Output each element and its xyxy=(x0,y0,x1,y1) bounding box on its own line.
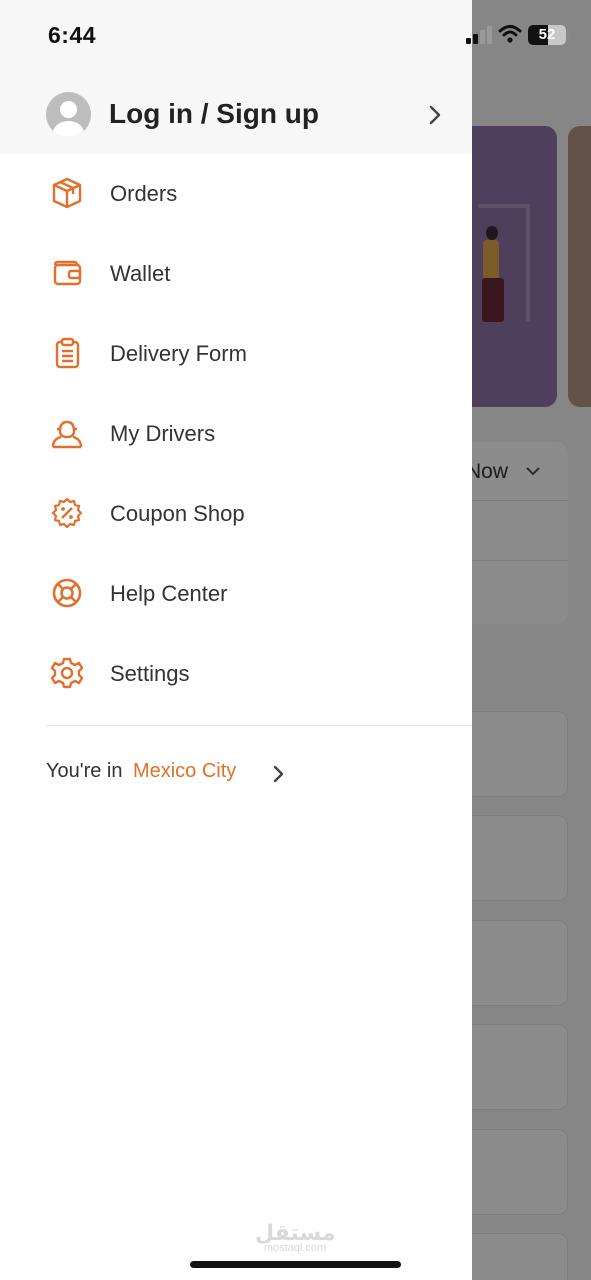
cellular-signal-icon xyxy=(466,26,492,44)
menu-item-coupon-shop[interactable]: Coupon Shop xyxy=(0,474,472,554)
box-icon xyxy=(52,177,82,209)
lifebuoy-icon xyxy=(52,578,82,608)
chevron-right-icon xyxy=(429,105,441,125)
menu-item-label: Help Center xyxy=(110,581,228,606)
menu-item-help-center[interactable]: Help Center xyxy=(0,554,472,634)
watermark-latin: mostaql.com xyxy=(263,1242,327,1254)
chevron-right-icon[interactable] xyxy=(270,764,286,784)
login-signup-button[interactable]: Log in / Sign up xyxy=(0,80,472,150)
divider xyxy=(46,725,472,726)
battery-percent: 52 xyxy=(538,26,556,43)
menu-item-label: My Drivers xyxy=(110,421,216,446)
status-time: 6:44 xyxy=(48,22,97,48)
gear-icon xyxy=(50,657,84,689)
menu-item-wallet[interactable]: Wallet xyxy=(0,234,472,314)
clipboard-icon xyxy=(55,337,80,369)
menu-item-label: Orders xyxy=(110,181,178,206)
login-signup-label: Log in / Sign up xyxy=(109,98,319,129)
wallet-icon xyxy=(53,260,82,286)
screen: Now Log in / Sign up Orders Wallet Deliv… xyxy=(0,0,591,1280)
menu-item-label: Delivery Form xyxy=(110,341,247,366)
home-indicator[interactable] xyxy=(190,1261,401,1268)
menu-item-settings[interactable]: Settings xyxy=(0,634,472,714)
battery-icon: 52 xyxy=(528,25,566,45)
menu-item-my-drivers[interactable]: My Drivers xyxy=(0,394,472,474)
status-bar: 6:44 52 xyxy=(0,0,591,72)
watermark-logo: مستقل mostaql.com xyxy=(255,1220,335,1254)
location-city: Mexico City xyxy=(132,760,237,782)
drivers-icon xyxy=(51,420,83,449)
menu-item-delivery-form[interactable]: Delivery Form xyxy=(0,314,472,394)
menu-item-label: Settings xyxy=(110,661,190,686)
menu-item-label: Coupon Shop xyxy=(110,501,245,526)
avatar xyxy=(46,92,91,137)
wifi-icon xyxy=(498,25,522,43)
location-prefix: You're in xyxy=(46,760,123,782)
menu-item-orders[interactable]: Orders xyxy=(0,154,472,234)
coupon-icon xyxy=(51,497,83,529)
menu-item-label: Wallet xyxy=(110,261,171,286)
side-drawer: Log in / Sign up Orders Wallet Delivery … xyxy=(0,0,472,1280)
location-selector[interactable]: You're in Mexico City xyxy=(46,760,346,790)
